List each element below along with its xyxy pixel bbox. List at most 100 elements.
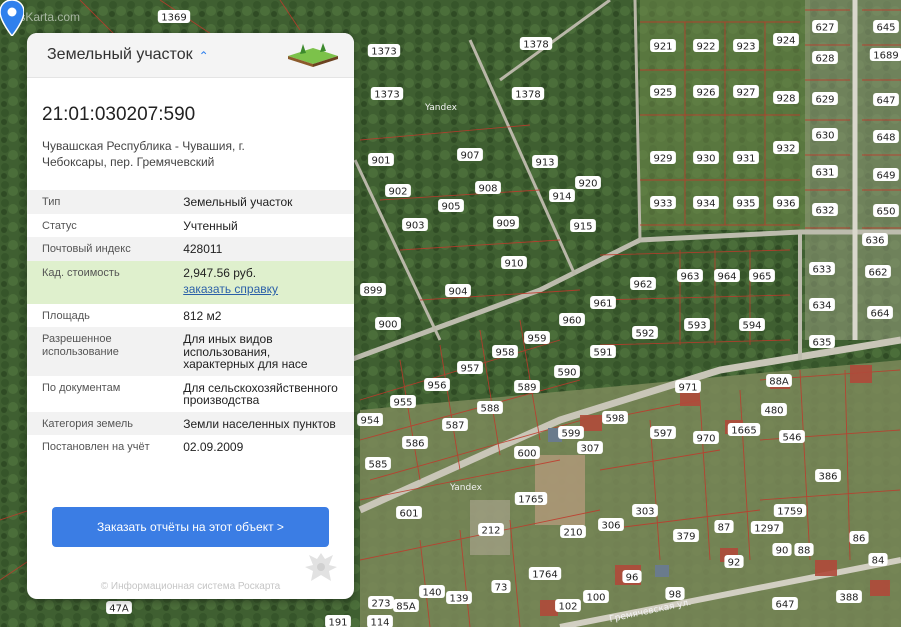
parcel-label[interactable]: 591 bbox=[593, 348, 612, 359]
parcel-label[interactable]: 600 bbox=[517, 449, 536, 460]
parcel-label[interactable]: 273 bbox=[371, 599, 390, 610]
parcel-label[interactable]: 957 bbox=[460, 364, 479, 375]
parcel-label[interactable]: 90 bbox=[776, 546, 789, 557]
parcel-label[interactable]: 936 bbox=[776, 199, 795, 210]
parcel-label[interactable]: 1369 bbox=[161, 13, 186, 24]
parcel-label[interactable]: 88 bbox=[798, 546, 811, 557]
parcel-label[interactable]: 84 bbox=[872, 556, 885, 567]
parcel-label[interactable]: 961 bbox=[593, 299, 612, 310]
parcel-label[interactable]: 379 bbox=[676, 532, 695, 543]
parcel-label[interactable]: 100 bbox=[586, 593, 605, 604]
parcel-label[interactable]: 923 bbox=[736, 42, 755, 53]
parcel-label[interactable]: 633 bbox=[812, 265, 831, 276]
parcel-label[interactable]: 597 bbox=[653, 429, 672, 440]
parcel-label[interactable]: 599 bbox=[561, 429, 580, 440]
parcel-label[interactable]: 662 bbox=[868, 268, 887, 279]
parcel-label[interactable]: 915 bbox=[573, 222, 592, 233]
parcel-label[interactable]: 920 bbox=[578, 179, 597, 190]
parcel-label[interactable]: 960 bbox=[562, 316, 581, 327]
parcel-label[interactable]: 664 bbox=[870, 309, 889, 320]
parcel-label[interactable]: 590 bbox=[557, 368, 576, 379]
parcel-label[interactable]: 636 bbox=[865, 236, 884, 247]
parcel-label[interactable]: 963 bbox=[680, 272, 699, 283]
parcel-label[interactable]: 959 bbox=[527, 334, 546, 345]
parcel-label[interactable]: 593 bbox=[687, 321, 706, 332]
parcel-label[interactable]: 900 bbox=[378, 320, 397, 331]
parcel-label[interactable]: 102 bbox=[558, 602, 577, 613]
parcel-label[interactable]: 964 bbox=[717, 272, 736, 283]
parcel-label[interactable]: 1373 bbox=[374, 90, 399, 101]
parcel-label[interactable]: 955 bbox=[393, 398, 412, 409]
parcel-label[interactable]: 86 bbox=[853, 534, 866, 545]
parcel-label[interactable]: 140 bbox=[422, 588, 441, 599]
parcel-label[interactable]: 935 bbox=[736, 199, 755, 210]
parcel-label[interactable]: 928 bbox=[776, 94, 795, 105]
parcel-label[interactable]: 650 bbox=[876, 207, 895, 218]
parcel-label[interactable]: 902 bbox=[388, 187, 407, 198]
parcel-label[interactable]: 592 bbox=[635, 329, 654, 340]
parcel-label[interactable]: 601 bbox=[399, 509, 418, 520]
parcel-label[interactable]: 587 bbox=[445, 421, 464, 432]
parcel-label[interactable]: 904 bbox=[448, 287, 467, 298]
parcel-label[interactable]: 588 bbox=[480, 404, 499, 415]
parcel-label[interactable]: 970 bbox=[696, 434, 715, 445]
parcel-label[interactable]: 306 bbox=[601, 521, 620, 532]
parcel-label[interactable]: 87 bbox=[718, 523, 731, 534]
parcel-label[interactable]: 914 bbox=[552, 192, 571, 203]
parcel-label[interactable]: 1764 bbox=[532, 570, 557, 581]
parcel-label[interactable]: 96 bbox=[626, 573, 639, 584]
parcel-label[interactable]: 634 bbox=[812, 301, 831, 312]
parcel-label[interactable]: 899 bbox=[363, 286, 382, 297]
parcel-label[interactable]: 905 bbox=[441, 202, 460, 213]
parcel-label[interactable]: 926 bbox=[696, 88, 715, 99]
parcel-label[interactable]: 47А bbox=[109, 604, 129, 615]
parcel-label[interactable]: 307 bbox=[580, 444, 599, 455]
parcel-label[interactable]: 585 bbox=[368, 460, 387, 471]
parcel-label[interactable]: 92 bbox=[728, 558, 741, 569]
parcel-label[interactable]: 903 bbox=[405, 221, 424, 232]
parcel-label[interactable]: 1765 bbox=[518, 495, 543, 506]
parcel-label[interactable]: 631 bbox=[815, 168, 834, 179]
parcel-label[interactable]: 648 bbox=[876, 133, 895, 144]
location-pin-icon[interactable] bbox=[0, 0, 24, 36]
parcel-label[interactable]: 649 bbox=[876, 171, 895, 182]
parcel-label[interactable]: 956 bbox=[427, 381, 446, 392]
parcel-label[interactable]: 958 bbox=[495, 348, 514, 359]
parcel-label[interactable]: 922 bbox=[696, 42, 715, 53]
parcel-label[interactable]: 589 bbox=[517, 383, 536, 394]
parcel-label[interactable]: 931 bbox=[736, 154, 755, 165]
parcel-label[interactable]: 1759 bbox=[777, 507, 802, 518]
parcel-label[interactable]: 386 bbox=[818, 472, 837, 483]
parcel-label[interactable]: 114 bbox=[370, 618, 389, 627]
parcel-label[interactable]: 907 bbox=[460, 151, 479, 162]
parcel-label[interactable]: 927 bbox=[736, 88, 755, 99]
parcel-label[interactable]: 210 bbox=[563, 528, 582, 539]
parcel-label[interactable]: 645 bbox=[876, 23, 895, 34]
parcel-label[interactable]: 1378 bbox=[515, 90, 540, 101]
parcel-label[interactable]: 191 bbox=[328, 618, 347, 627]
parcel-label[interactable]: 647 bbox=[775, 600, 794, 611]
parcel-label[interactable]: 480 bbox=[764, 406, 783, 417]
parcel-label[interactable]: 628 bbox=[815, 54, 834, 65]
parcel-label[interactable]: 73 bbox=[495, 583, 508, 594]
parcel-label[interactable]: 921 bbox=[653, 42, 672, 53]
parcel-label[interactable]: 901 bbox=[371, 156, 390, 167]
parcel-label[interactable]: 910 bbox=[504, 259, 523, 270]
parcel-label[interactable]: 971 bbox=[678, 383, 697, 394]
parcel-label[interactable]: 586 bbox=[405, 439, 424, 450]
parcel-label[interactable]: 909 bbox=[496, 219, 515, 230]
parcel-label[interactable]: 1665 bbox=[731, 426, 756, 437]
parcel-label[interactable]: 1297 bbox=[754, 524, 779, 535]
parcel-label[interactable]: 629 bbox=[815, 95, 834, 106]
parcel-label[interactable]: 929 bbox=[653, 154, 672, 165]
parcel-label[interactable]: 934 bbox=[696, 199, 715, 210]
parcel-label[interactable]: 546 bbox=[782, 433, 801, 444]
parcel-label[interactable]: 925 bbox=[653, 88, 672, 99]
parcel-label[interactable]: 962 bbox=[633, 280, 652, 291]
parcel-label[interactable]: 303 bbox=[635, 507, 654, 518]
parcel-label[interactable]: 598 bbox=[605, 414, 624, 425]
parcel-label[interactable]: 965 bbox=[752, 272, 771, 283]
parcel-label[interactable]: 212 bbox=[481, 526, 500, 537]
parcel-label[interactable]: 1378 bbox=[523, 40, 548, 51]
parcel-label[interactable]: 85А bbox=[396, 602, 416, 613]
